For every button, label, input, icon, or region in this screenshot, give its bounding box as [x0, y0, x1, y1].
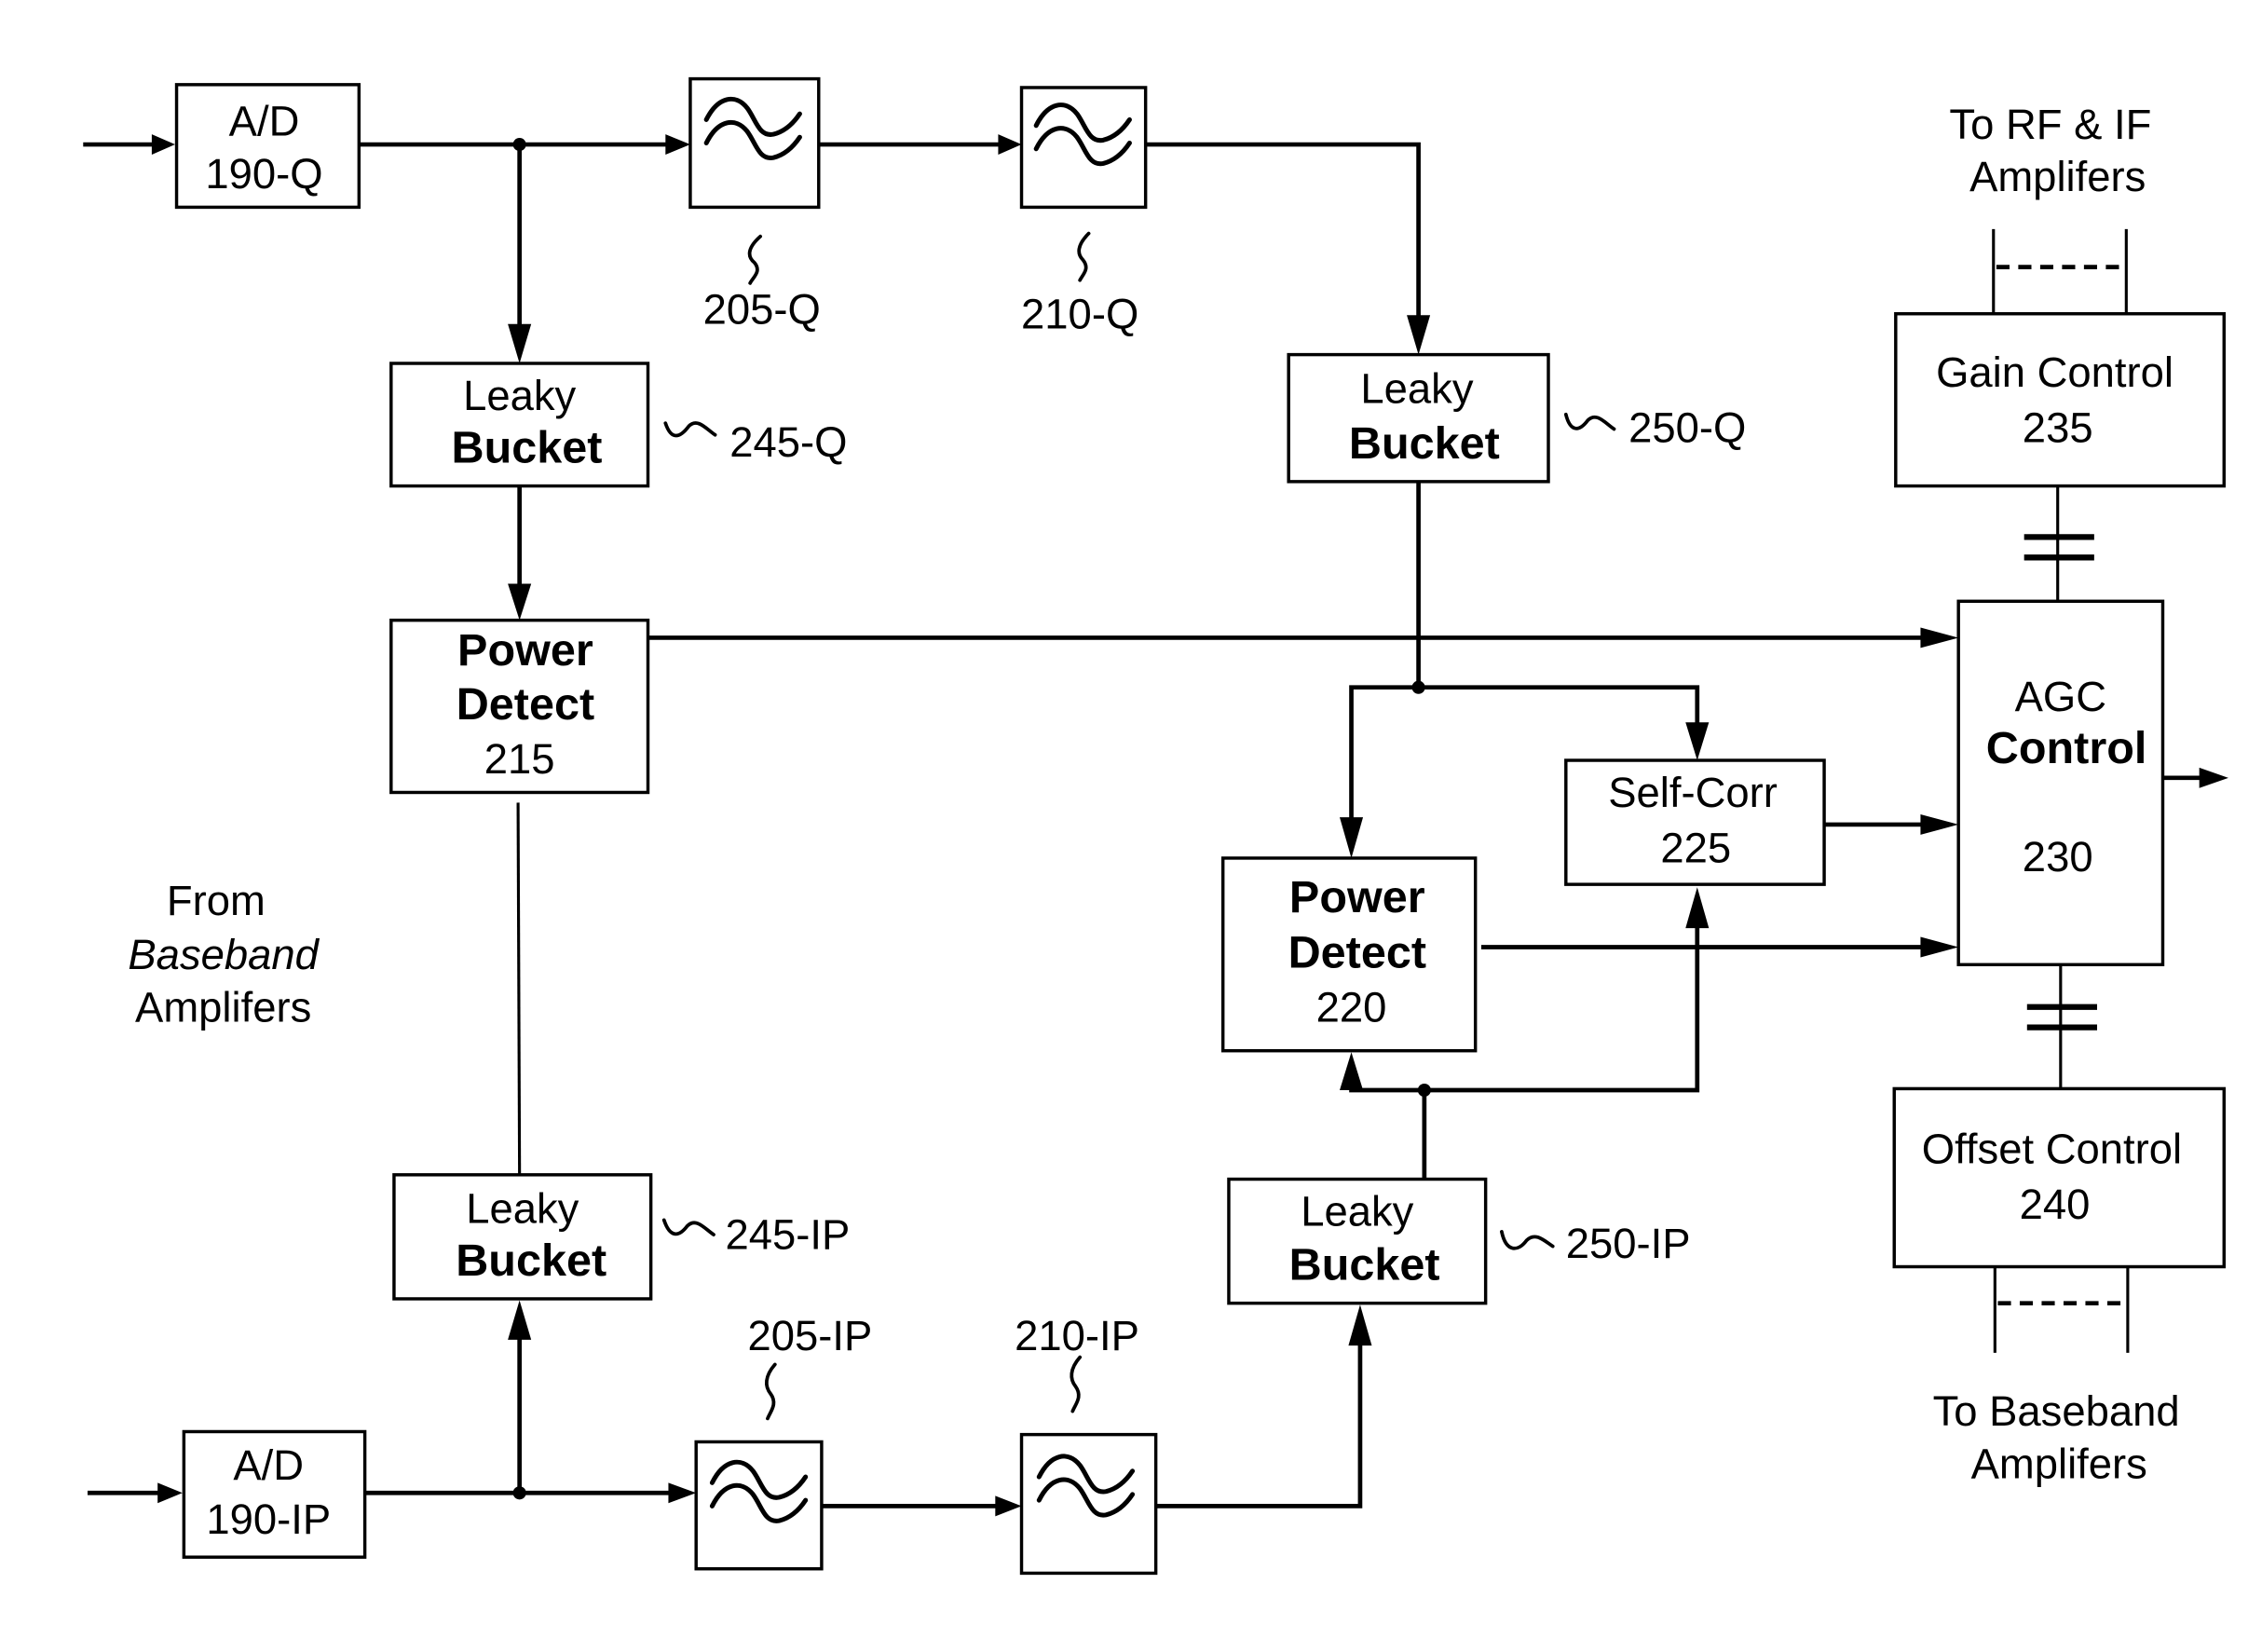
agc-block-diagram: A/D 190-Q A/D 190-IP 205-Q 210-Q 205-IP …: [83, 76, 2228, 1576]
block-leaky-bucket-250q: Leaky Bucket 250-Q: [1287, 352, 1746, 484]
arrowhead: [1920, 627, 1959, 649]
leader-squiggle: [1070, 1355, 1083, 1413]
arrowhead: [1685, 887, 1710, 929]
block-label: A/D: [229, 98, 300, 145]
block-label: Leaky: [1301, 1188, 1413, 1236]
block-power-detect-220: Power Detect 220: [1220, 856, 1478, 1053]
block-ref: 190-Q: [205, 150, 322, 198]
arrowhead: [1407, 315, 1431, 355]
arrowhead: [995, 1495, 1022, 1517]
block-leaky-bucket-245ip: Leaky Bucket 245-IP: [392, 1173, 851, 1301]
block-label: Detect: [456, 679, 594, 730]
arrowhead: [998, 134, 1022, 156]
block-ref: 220: [1316, 983, 1387, 1031]
leader-squiggle: [747, 234, 763, 285]
block-label: Power: [457, 625, 593, 676]
filter-ref: 210-Q: [1021, 290, 1138, 337]
arrowhead: [668, 1482, 697, 1504]
filter-210ip: 210-IP: [1015, 1312, 1158, 1576]
block-label: Leaky: [466, 1185, 579, 1233]
block-self-corr-225: Self-Corr 225: [1564, 758, 1826, 886]
block-ref: 240: [2020, 1181, 2091, 1228]
arrowhead: [1685, 722, 1710, 761]
wire-210q-to-lb250q: [1145, 142, 1421, 339]
arrowhead: [508, 1300, 532, 1340]
block-label: A/D: [233, 1441, 304, 1489]
annotation-text: Baseband: [128, 931, 320, 978]
arrowhead: [157, 1482, 183, 1504]
filter-210q: 210-Q: [1019, 86, 1148, 337]
block-label: Leaky: [463, 372, 576, 419]
arrowhead: [1340, 817, 1364, 858]
block-ad-190ip: A/D 190-IP: [182, 1429, 367, 1559]
leader-squiggle: [663, 421, 717, 438]
block-ref: 215: [484, 735, 555, 783]
arrowhead: [508, 323, 532, 363]
filter-205ip: 205-IP: [694, 1312, 872, 1571]
leader-squiggle: [661, 1218, 715, 1236]
arrowhead: [1920, 936, 1959, 958]
annotation-to-baseband: To Baseband Amplifers: [1933, 1387, 2180, 1487]
block-ad-190q: A/D 190-Q: [174, 83, 361, 210]
block-ref: 190-IP: [206, 1495, 331, 1543]
filter-205q: 205-Q: [688, 76, 821, 334]
block-offset-control-240: Offset Control 240: [1892, 1086, 2226, 1269]
annotation-text: Amplifers: [135, 983, 311, 1031]
annotation-text: To Baseband: [1933, 1387, 2180, 1435]
arrowhead: [508, 583, 532, 621]
block-label: Self-Corr: [1608, 769, 1778, 816]
block-label: AGC: [2015, 673, 2106, 720]
block-agc-control-230: AGC Control 230: [1956, 599, 2165, 967]
block-label: Control: [1986, 723, 2147, 773]
wire-210ip-to-lb250ip: [1155, 1325, 1363, 1509]
block-leaky-bucket-250ip: Leaky Bucket 250-IP: [1227, 1177, 1691, 1305]
arrowhead: [1920, 813, 1959, 835]
leader-squiggle: [1499, 1230, 1555, 1250]
block-leaky-bucket-245q: Leaky Bucket 245-Q: [389, 362, 847, 488]
filter-ref: 205-IP: [747, 1312, 872, 1359]
block-label: Power: [1289, 872, 1425, 922]
annotation-text: Amplifers: [1969, 153, 2146, 200]
annotation-text: From: [167, 877, 266, 924]
block-label: Detect: [1288, 927, 1426, 977]
arrowhead: [1348, 1304, 1372, 1346]
arrowhead: [2199, 767, 2228, 788]
block-power-detect-215: Power Detect 215: [389, 618, 650, 795]
block-label: Bucket: [1289, 1240, 1440, 1290]
block-ref: 245-IP: [726, 1211, 851, 1259]
block-label: Leaky: [1360, 364, 1473, 412]
block-label: Bucket: [452, 423, 603, 473]
block-gain-control-235: Gain Control 235: [1894, 312, 2226, 488]
leader-squiggle: [1077, 231, 1091, 282]
block-ref: 235: [2023, 404, 2093, 452]
block-ref: 245-Q: [729, 418, 847, 466]
block-label: Bucket: [456, 1236, 606, 1286]
block-label: Bucket: [1349, 418, 1500, 469]
annotation-text: To RF & IF: [1949, 101, 2151, 148]
leader-squiggle: [1563, 412, 1616, 431]
arrowhead: [151, 134, 175, 156]
block-ref: 230: [2023, 833, 2093, 881]
leader-squiggle: [765, 1362, 777, 1421]
arrowhead: [1340, 1052, 1364, 1090]
block-label: Offset Control: [1922, 1125, 2182, 1172]
wire-pd215-to-lb245ip: [516, 802, 522, 1175]
block-ref: 250-IP: [1566, 1220, 1691, 1267]
annotation-text: Amplifers: [1971, 1440, 2147, 1488]
block-label: Gain Control: [1936, 348, 2173, 396]
block-ref: 250-Q: [1628, 404, 1746, 452]
filter-ref: 205-Q: [703, 286, 821, 334]
annotation-from-baseband: From Baseband Amplifers: [128, 877, 320, 1031]
block-ref: 225: [1660, 825, 1731, 872]
filter-ref: 210-IP: [1015, 1312, 1139, 1359]
annotation-to-rf-if: To RF & IF Amplifers: [1949, 101, 2151, 200]
arrowhead: [665, 134, 690, 156]
